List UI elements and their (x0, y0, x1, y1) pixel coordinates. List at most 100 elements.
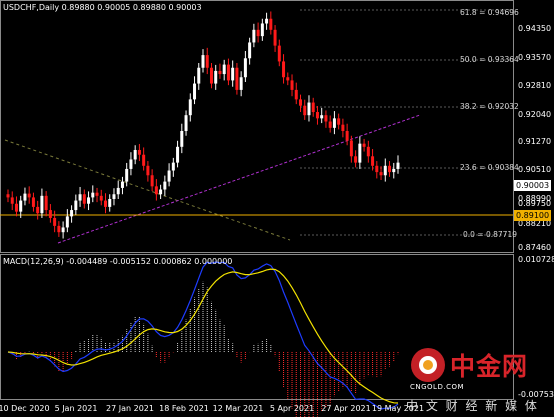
candle-body (265, 18, 269, 24)
candle-body (74, 200, 78, 211)
candle-body (324, 115, 328, 122)
candle-body (392, 168, 396, 173)
candle-body (239, 77, 243, 90)
candle-body (379, 172, 383, 176)
candle-body (14, 203, 18, 212)
candle-body (383, 165, 387, 176)
macd-axis-top: 0.010728 (518, 255, 554, 264)
candle-body (129, 159, 133, 169)
price-tick: 0.87460 (518, 243, 552, 252)
candle-body (91, 192, 95, 198)
price-tick: 0.90510 (518, 165, 552, 174)
candle-body (269, 18, 273, 30)
candle-body (31, 197, 35, 207)
fib-level-50: 50.0 = 0.93364 (460, 55, 519, 64)
fib-level-23-6: 23.6 = 0.90384 (460, 163, 519, 172)
cngold-watermark: 中金网 CNGOLD.COM 中 文 财 经 新 媒 体 (406, 345, 554, 417)
candle-body (290, 80, 294, 90)
candle-body (252, 29, 256, 43)
candle-body (19, 200, 23, 212)
candle-body (303, 105, 307, 116)
watermark-cn: 中 文 财 经 新 媒 体 (406, 399, 539, 413)
candle-body (218, 70, 222, 75)
candle-body (231, 67, 235, 81)
macd-header: MACD(12,26,9) -0.004489 -0.005152 0.0008… (3, 257, 233, 266)
candle-body (315, 112, 319, 119)
level-price-badge: 0.89100 (514, 210, 552, 221)
candle-body (332, 118, 336, 128)
candle-body (260, 23, 264, 37)
symbol-header: USDCHF,Daily 0.89880 0.90005 0.89880 0.9… (3, 3, 202, 12)
candle-body (375, 165, 379, 173)
candle-body (78, 194, 82, 201)
trend-line (57, 114, 421, 244)
candle-body (125, 168, 129, 182)
candle-body (142, 154, 146, 166)
candle-body (176, 146, 180, 163)
candle-body (235, 67, 239, 90)
candle-body (57, 225, 61, 233)
candle-body (358, 143, 362, 163)
candle-body (222, 64, 226, 75)
candle-body (197, 67, 201, 84)
candle-body (23, 193, 27, 201)
candle-body (99, 195, 103, 201)
candle-body (70, 210, 74, 217)
price-tick: 0.92040 (518, 110, 552, 119)
candle-body (349, 140, 353, 157)
date-label: 5 Jan 2021 (54, 404, 98, 413)
date-label: 18 Feb 2021 (159, 404, 209, 413)
candle-body (112, 194, 116, 199)
candle-body (40, 195, 44, 214)
date-label: 27 Apr 2021 (321, 404, 371, 413)
candle-body (95, 192, 99, 196)
price-tick: 0.93570 (518, 53, 552, 62)
candle-body (167, 170, 171, 182)
candle-body (65, 216, 69, 228)
candle-body (294, 89, 298, 100)
current-price-badge: 0.90003 (514, 180, 552, 191)
price-tick: 0.92810 (518, 81, 552, 90)
fib-level-38-2: 38.2 = 0.92032 (460, 102, 519, 111)
candle-body (27, 193, 31, 198)
candle-body (61, 227, 65, 233)
candle-body (243, 58, 247, 78)
candle-body (116, 187, 120, 195)
candle-body (214, 70, 218, 84)
candle-body (10, 197, 14, 204)
watermark-en: CNGOLD.COM (410, 383, 465, 391)
candle-body (184, 115, 188, 131)
candle-body (337, 118, 341, 125)
candle-body (163, 181, 167, 190)
candle-body (328, 121, 332, 128)
candle-body (282, 61, 286, 78)
candle-body (345, 131, 349, 141)
candle-body (226, 64, 230, 81)
candle-body (299, 99, 302, 106)
candle-body (108, 198, 112, 207)
candle-body (82, 194, 86, 204)
date-label: 27 Jan 2021 (106, 404, 154, 413)
candle-body (371, 156, 375, 166)
candle-body (180, 131, 184, 147)
candle-body (154, 186, 158, 195)
candle-body (6, 194, 10, 198)
date-label: 12 Mar 2021 (212, 404, 264, 413)
candle-body (396, 162, 400, 169)
candle-body (362, 143, 366, 147)
candle-body (354, 156, 358, 163)
candle-body (311, 102, 315, 113)
candle-body (277, 45, 281, 62)
candle-body (104, 200, 107, 207)
candle-body (171, 162, 175, 171)
price-tick: 0.89750 (518, 199, 552, 208)
watermark-brand: 中金网 (450, 352, 529, 381)
date-label: 10 Dec 2020 (0, 404, 50, 413)
candle-body (53, 217, 57, 226)
price-tick: 0.91270 (518, 137, 552, 146)
candle-body (193, 83, 197, 100)
candle-body (87, 197, 91, 204)
candle-body (201, 55, 205, 68)
candle-body (188, 99, 192, 116)
candle-body (341, 124, 345, 131)
